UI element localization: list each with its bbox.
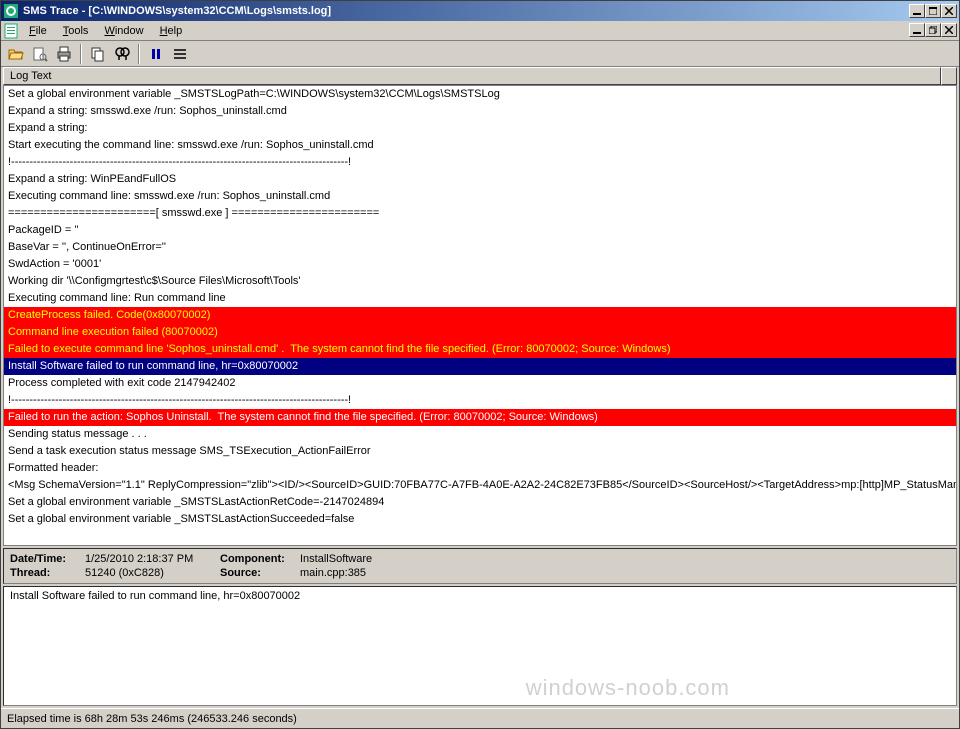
menu-tools[interactable]: Tools [55, 23, 97, 39]
pause-button[interactable] [145, 43, 167, 65]
log-line[interactable]: Working dir '\\Configmgrtest\c$\Source F… [4, 273, 956, 290]
doc-icon [3, 23, 19, 39]
log-line[interactable]: Failed to run the action: Sophos Uninsta… [4, 409, 956, 426]
message-detail-text: Install Software failed to run command l… [10, 590, 300, 602]
log-line[interactable]: <Msg SchemaVersion="1.1" ReplyCompressio… [4, 477, 956, 494]
detail-panel: Date/Time: 1/25/2010 2:18:37 PM Componen… [3, 548, 957, 584]
mdi-controls [909, 23, 957, 37]
thread-label: Thread: [10, 567, 85, 579]
app-window: SMS Trace - [C:\WINDOWS\system32\CCM\Log… [0, 0, 960, 729]
log-line[interactable]: =======================[ smsswd.exe ] ==… [4, 205, 956, 222]
log-list[interactable]: Set a global environment variable _SMSTS… [4, 86, 956, 545]
log-line[interactable]: PackageID = '' [4, 222, 956, 239]
log-line[interactable]: Expand a string: [4, 120, 956, 137]
toolbar [1, 41, 959, 67]
component-value: InstallSoftware [300, 553, 950, 565]
component-label: Component: [220, 553, 300, 565]
log-line[interactable]: Start executing the command line: smsswd… [4, 137, 956, 154]
menu-window[interactable]: Window [96, 23, 151, 39]
source-value: main.cpp:385 [300, 567, 950, 579]
message-detail-box[interactable]: Install Software failed to run command l… [3, 586, 957, 706]
mdi-close-button[interactable] [941, 23, 957, 37]
datetime-value: 1/25/2010 2:18:37 PM [85, 553, 220, 565]
log-line[interactable]: Set a global environment variable _SMSTS… [4, 494, 956, 511]
open-button[interactable] [5, 43, 27, 65]
window-controls [909, 4, 957, 18]
log-line[interactable]: Failed to execute command line 'Sophos_u… [4, 341, 956, 358]
log-line[interactable]: Install Software failed to run command l… [4, 358, 956, 375]
source-label: Source: [220, 567, 300, 579]
log-line[interactable]: Executing command line: smsswd.exe /run:… [4, 188, 956, 205]
copy-button[interactable] [87, 43, 109, 65]
log-line[interactable]: Command line execution failed (80070002) [4, 324, 956, 341]
mdi-minimize-button[interactable] [909, 23, 925, 37]
toolbar-separator [138, 44, 140, 64]
find-button[interactable] [111, 43, 133, 65]
log-line[interactable]: Formatted header: [4, 460, 956, 477]
menu-help[interactable]: Help [152, 23, 191, 39]
log-line[interactable]: Process completed with exit code 2147942… [4, 375, 956, 392]
maximize-button[interactable] [925, 4, 941, 18]
log-line[interactable]: !---------------------------------------… [4, 154, 956, 171]
minimize-button[interactable] [909, 4, 925, 18]
thread-value: 51240 (0xC828) [85, 567, 220, 579]
log-line[interactable]: Sending status message . . . [4, 426, 956, 443]
log-line[interactable]: BaseVar = '', ContinueOnError='' [4, 239, 956, 256]
log-area: Set a global environment variable _SMSTS… [3, 85, 957, 546]
log-line[interactable]: Set a global environment variable _SMSTS… [4, 86, 956, 103]
log-line[interactable]: Expand a string: WinPEandFullOS [4, 171, 956, 188]
print-button[interactable] [53, 43, 75, 65]
close-button[interactable] [941, 4, 957, 18]
app-icon [3, 3, 19, 19]
log-line[interactable]: Executing command line: Run command line [4, 290, 956, 307]
statusbar: Elapsed time is 68h 28m 53s 246ms (24653… [1, 708, 959, 728]
toolbar-separator [80, 44, 82, 64]
log-line[interactable]: CreateProcess failed. Code(0x80070002) [4, 307, 956, 324]
column-header-scroll [941, 67, 957, 85]
log-line[interactable]: !---------------------------------------… [4, 392, 956, 409]
statusbar-text: Elapsed time is 68h 28m 53s 246ms (24653… [7, 713, 297, 725]
column-header-logtext[interactable]: Log Text [3, 67, 941, 85]
mdi-restore-button[interactable] [925, 23, 941, 37]
log-line[interactable]: Set a global environment variable _SMSTS… [4, 511, 956, 528]
log-line[interactable]: Send a task execution status message SMS… [4, 443, 956, 460]
print-preview-button[interactable] [29, 43, 51, 65]
window-title: SMS Trace - [C:\WINDOWS\system32\CCM\Log… [23, 5, 909, 17]
column-header-row: Log Text [3, 67, 957, 85]
datetime-label: Date/Time: [10, 553, 85, 565]
log-line[interactable]: SwdAction = '0001' [4, 256, 956, 273]
list-button[interactable] [169, 43, 191, 65]
log-line[interactable]: Expand a string: smsswd.exe /run: Sophos… [4, 103, 956, 120]
menu-file[interactable]: File [21, 23, 55, 39]
menubar: File Tools Window Help [1, 21, 959, 41]
titlebar[interactable]: SMS Trace - [C:\WINDOWS\system32\CCM\Log… [1, 1, 959, 21]
